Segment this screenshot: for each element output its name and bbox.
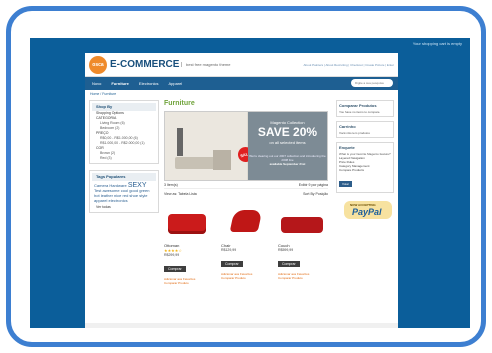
tag-link[interactable]: shoe	[129, 193, 138, 198]
per-page-control[interactable]: Exibir 9 por página	[299, 183, 328, 187]
poll-box: Enquete What is your favorite Magento fe…	[336, 142, 394, 193]
compare-box: Comparar Produtos You have no items to c…	[336, 100, 394, 117]
breadcrumb[interactable]: Home / Furniture	[85, 90, 398, 98]
popular-tags-box: Tags Populares Camera Hardware SEXY Test…	[89, 170, 159, 213]
screenshot-frame: Your shopping cart is empty osca E-COMME…	[6, 6, 486, 347]
chair-image	[229, 210, 263, 232]
view-mode[interactable]: View as: Tabela Lista	[164, 192, 197, 196]
tags-title: Tags Populares	[92, 173, 156, 181]
website-screen: Your shopping cart is empty osca E-COMME…	[30, 38, 470, 328]
product-links: Adicionar aos Favoritos Comparar Produto	[278, 272, 327, 280]
view-toolbar: View as: Tabela Lista Sort By Posição	[164, 189, 328, 198]
cart-title: Carrinho	[339, 124, 356, 129]
compare-link[interactable]: Comparar Produto	[221, 276, 270, 280]
left-column: Shop By Shopping Options CATEGORIA Livin…	[89, 100, 159, 219]
tag-link[interactable]: apparel	[94, 198, 107, 203]
tag-cloud: Camera Hardware SEXY Test awesome cool g…	[92, 181, 156, 205]
poll-options: Layered Navigation Price Rules Category …	[339, 156, 391, 172]
compare-link[interactable]: Comparar Produto	[164, 281, 213, 285]
nav-item-novo[interactable]: Novo	[92, 81, 101, 86]
shop-by-box: Shop By Shopping Options CATEGORIA Livin…	[89, 100, 159, 164]
search-input[interactable]: Digite a sua pesquisa	[351, 79, 393, 87]
store-page: osca E-COMMERCE best free magento theme …	[85, 53, 398, 328]
product-links: Adicionar aos Favoritos Comparar Produto	[221, 272, 270, 280]
poll-option[interactable]: Compare Products	[339, 168, 391, 172]
banner-line3: on all selected items	[269, 140, 306, 145]
banner-line2: SAVE 20%	[257, 125, 318, 139]
vote-button[interactable]: Votar	[339, 181, 353, 187]
banner-chair	[213, 150, 231, 170]
banner-lamp	[177, 128, 183, 156]
page-title: Furniture	[164, 100, 195, 107]
nav-item-apparel[interactable]: Apparel	[168, 81, 182, 86]
main-content: Furniture SALE Magento Collection SAVE 2…	[164, 100, 328, 285]
couch-image	[281, 217, 323, 233]
product-grid: Ottoman ★★★★☆ R$299,99 Comprar Adicionar…	[164, 202, 328, 285]
product-card: Chair R$129,99 Comprar Adicionar aos Fav…	[221, 202, 270, 285]
product-card: Couch R$599,99 Comprar Adicionar aos Fav…	[278, 202, 327, 285]
items-toolbar: 3 Item(s) Exibir 9 por página	[164, 181, 328, 189]
product-image[interactable]	[221, 202, 270, 240]
banner-text-panel: Magento Collection SAVE 20% on all selec…	[248, 112, 327, 180]
product-price: R$599,99	[278, 248, 294, 252]
footer-bar	[85, 323, 398, 328]
right-column: Comparar Produtos You have no items to c…	[336, 100, 394, 219]
product-price: R$129,99	[221, 248, 237, 252]
banner-line5: available September 21st	[269, 162, 306, 166]
logo[interactable]: osca	[89, 56, 107, 74]
compare-text: You have no items to compare.	[339, 110, 381, 114]
product-image[interactable]	[278, 202, 327, 240]
poll-title: Enquete	[339, 145, 355, 150]
promo-banner[interactable]: SALE Magento Collection SAVE 20% on all …	[164, 111, 328, 181]
product-image[interactable]	[164, 202, 213, 240]
brand-title[interactable]: E-COMMERCE	[110, 59, 179, 70]
tagline: best free magento theme	[181, 62, 230, 67]
cart-box: Carrinho Você não tem produtos	[336, 121, 394, 138]
items-count: 3 Item(s)	[164, 182, 178, 187]
banner-line4: We're clearing out our 2007 collection a…	[249, 154, 326, 162]
tag-link[interactable]: electronics	[108, 198, 127, 203]
paypal-logo: PayPal	[352, 207, 382, 217]
cart-text: Você não tem produtos	[339, 131, 370, 135]
buy-button[interactable]: Comprar	[164, 266, 186, 272]
header: osca E-COMMERCE best free magento theme …	[85, 53, 398, 77]
sort-control[interactable]: Sort By Posição	[303, 192, 328, 196]
product-price: R$299,99	[164, 253, 180, 257]
color-filter-link[interactable]: Red (3)	[92, 156, 156, 161]
product-card: Ottoman ★★★★☆ R$299,99 Comprar Adicionar…	[164, 202, 213, 285]
tag-link[interactable]: style	[139, 193, 147, 198]
buy-button[interactable]: Comprar	[221, 261, 243, 267]
main-nav: Novo Furniture Electronics Apparel Digit…	[85, 77, 398, 90]
nav-item-electronics[interactable]: Electronics	[139, 81, 159, 86]
compare-title: Comparar Produtos	[339, 103, 377, 108]
product-links: Adicionar aos Favoritos Comparar Produto	[164, 277, 213, 285]
top-links[interactable]: About Painters | About Recruiting | Chec…	[304, 63, 395, 67]
buy-button[interactable]: Comprar	[278, 261, 300, 267]
cart-status[interactable]: Your shopping cart is empty	[413, 41, 462, 46]
shop-by-title: Shop By	[92, 103, 156, 111]
paypal-badge[interactable]: NOW ACCEPTING PayPal	[344, 201, 392, 219]
nav-item-furniture[interactable]: Furniture	[111, 81, 129, 86]
compare-link[interactable]: Comparar Produto	[278, 276, 327, 280]
view-all-tags[interactable]: Ver todas	[92, 205, 156, 210]
ottoman-image	[168, 214, 206, 234]
